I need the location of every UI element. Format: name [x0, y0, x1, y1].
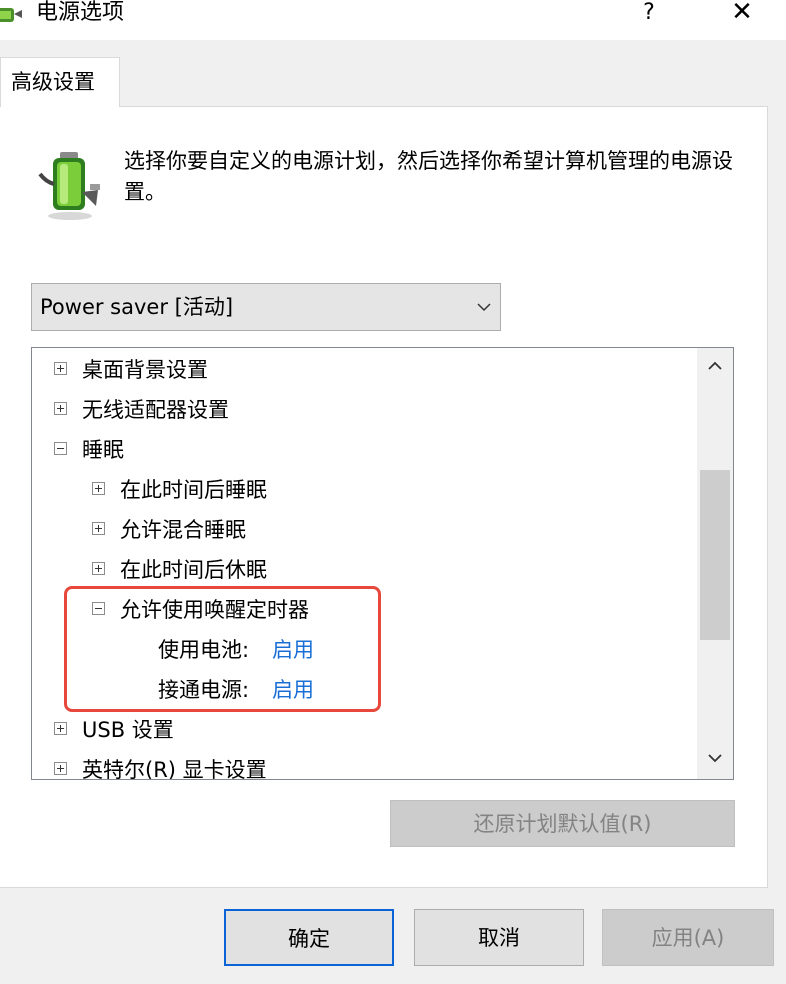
collapse-toggle[interactable] [54, 442, 67, 455]
chevron-down-icon [477, 303, 491, 312]
tree-item-label: 桌面背景设置 [82, 358, 208, 382]
power-plan-value: Power saver [活动] [40, 295, 234, 319]
settings-tree[interactable]: 桌面背景设置 无线适配器设置 睡眠 在此时间后睡眠 允许混合睡眠 在此时间后休眠… [31, 347, 734, 780]
highlight-box [64, 586, 381, 712]
expand-toggle[interactable] [54, 402, 67, 415]
window-title: 电源选项 [36, 0, 125, 25]
cancel-button[interactable]: 取消 [414, 909, 584, 966]
tree-item-label: USB 设置 [82, 718, 174, 742]
power-plan-select[interactable]: Power saver [活动] [31, 283, 501, 331]
expand-toggle[interactable] [54, 362, 67, 375]
close-button[interactable]: ✕ [724, 0, 760, 30]
expand-toggle[interactable] [54, 762, 67, 775]
tree-scrollbar[interactable] [697, 348, 733, 779]
description-text: 选择你要自定义的电源计划，然后选择你希望计算机管理的电源设置。 [124, 149, 733, 204]
tree-item-label: 允许混合睡眠 [120, 518, 246, 542]
expand-toggle[interactable] [92, 482, 105, 495]
tab-advanced-settings[interactable]: 高级设置 [0, 57, 120, 107]
tree-item-label: 无线适配器设置 [82, 398, 229, 422]
help-button[interactable]: ? [634, 0, 664, 30]
ok-button[interactable]: 确定 [224, 909, 394, 966]
tree-item-label: 在此时间后休眠 [120, 558, 267, 582]
scroll-down-icon[interactable] [701, 744, 729, 772]
apply-button[interactable]: 应用(A) [602, 909, 774, 966]
expand-toggle[interactable] [54, 722, 67, 735]
tree-item-label: 英特尔(R) 显卡设置 [82, 758, 267, 780]
expand-toggle[interactable] [92, 522, 105, 535]
scroll-up-icon[interactable] [701, 352, 729, 380]
tree-item-label: 在此时间后睡眠 [120, 478, 267, 502]
restore-defaults-button[interactable]: 还原计划默认值(R) [390, 800, 735, 847]
expand-toggle[interactable] [92, 562, 105, 575]
power-options-icon [0, 8, 22, 22]
scrollbar-thumb[interactable] [700, 470, 730, 640]
battery-plug-icon [38, 152, 100, 220]
tree-item-label: 睡眠 [82, 438, 124, 462]
title-bar: 电源选项 ? ✕ [0, 0, 786, 40]
tab-label: 高级设置 [11, 70, 95, 94]
